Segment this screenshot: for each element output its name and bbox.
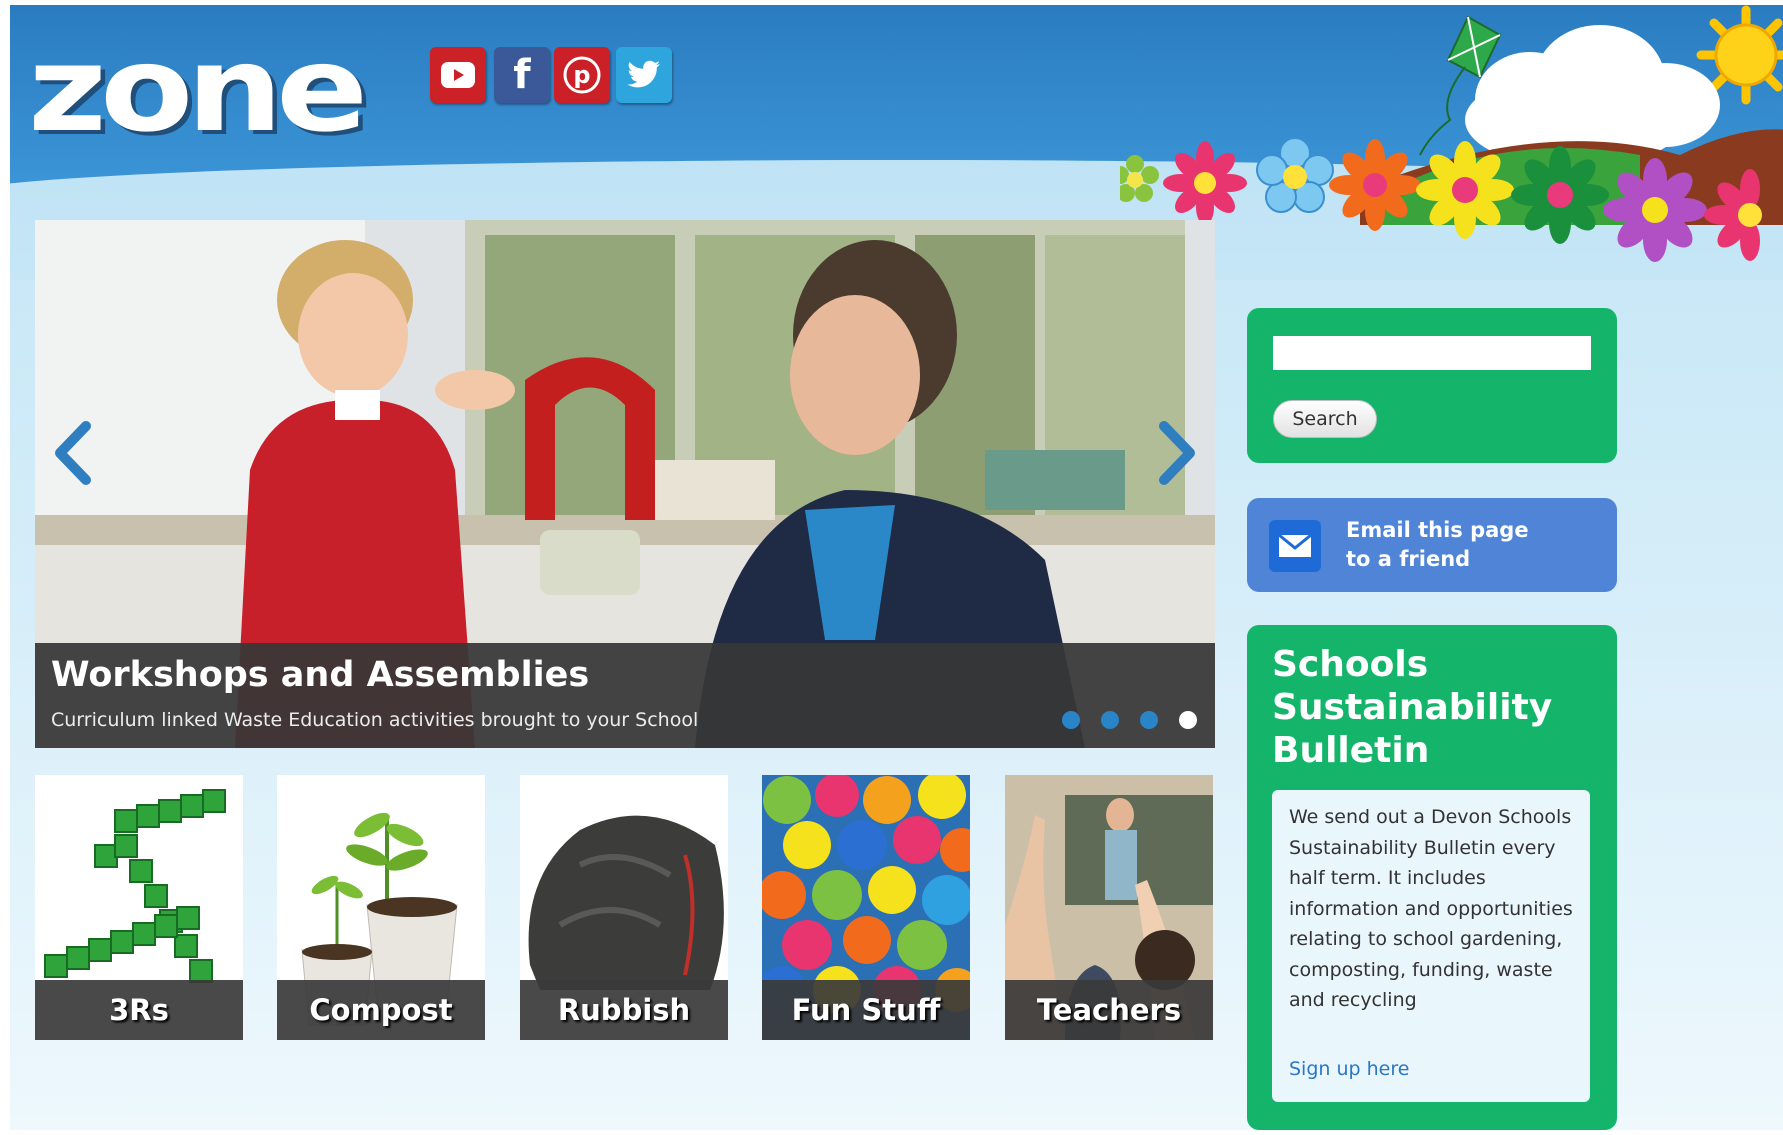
youtube-icon[interactable] [430, 47, 486, 103]
twitter-icon[interactable] [616, 47, 672, 103]
slide-dot-4[interactable] [1179, 711, 1197, 729]
pinterest-icon[interactable]: p [554, 47, 610, 103]
tile-3rs[interactable]: 3Rs [35, 775, 243, 1040]
tile-compost[interactable]: Compost [277, 775, 485, 1040]
bulletin-body: We send out a Devon Schools Sustainabili… [1272, 790, 1590, 1102]
hero-slider[interactable]: Workshops and Assemblies Curriculum link… [35, 220, 1215, 748]
search-input[interactable] [1273, 336, 1591, 370]
tile-rubbish[interactable]: Rubbish [520, 775, 728, 1040]
email-label-line2: to a friend [1346, 547, 1471, 571]
slide-caption: Workshops and Assemblies Curriculum link… [35, 643, 1215, 748]
prev-slide-arrow[interactable] [47, 420, 97, 490]
email-label-line1: Email this page [1346, 518, 1529, 542]
slide-dots [1062, 711, 1197, 729]
email-page-label: Email this page to a friend [1346, 516, 1596, 574]
bulletin-title: Schools Sustainability Bulletin [1272, 644, 1553, 771]
header-decoration [1120, 5, 1783, 262]
search-panel: Search [1247, 308, 1617, 463]
search-button[interactable]: Search [1273, 400, 1377, 438]
tile-teachers[interactable]: Teachers [1005, 775, 1213, 1040]
tile-compost-label[interactable]: Compost [277, 980, 485, 1040]
signup-link[interactable]: Sign up here [1289, 1058, 1409, 1080]
site-logo[interactable]: zone [28, 30, 368, 148]
slide-title[interactable]: Workshops and Assemblies [51, 655, 589, 695]
email-page-button[interactable]: Email this page to a friend [1247, 498, 1617, 592]
tile-fun-stuff-label[interactable]: Fun Stuff [762, 980, 970, 1040]
slide-dot-1[interactable] [1062, 711, 1080, 729]
facebook-icon[interactable]: f [494, 47, 550, 103]
bulletin-panel: Schools Sustainability Bulletin We send … [1247, 625, 1617, 1130]
tile-teachers-label[interactable]: Teachers [1005, 980, 1213, 1040]
bulletin-text: We send out a Devon Schools Sustainabili… [1289, 806, 1573, 1011]
next-slide-arrow[interactable] [1153, 420, 1203, 490]
tile-3rs-label[interactable]: 3Rs [35, 980, 243, 1040]
mail-icon [1269, 520, 1321, 572]
svg-text:p: p [573, 61, 590, 89]
page: zone f p Workshops and Assemblies Curric… [10, 5, 1783, 1130]
tile-fun-stuff[interactable]: Fun Stuff [762, 775, 970, 1040]
slide-dot-3[interactable] [1140, 711, 1158, 729]
slide-dot-2[interactable] [1101, 711, 1119, 729]
slide-subtitle: Curriculum linked Waste Education activi… [51, 709, 699, 731]
tile-rubbish-label[interactable]: Rubbish [520, 980, 728, 1040]
